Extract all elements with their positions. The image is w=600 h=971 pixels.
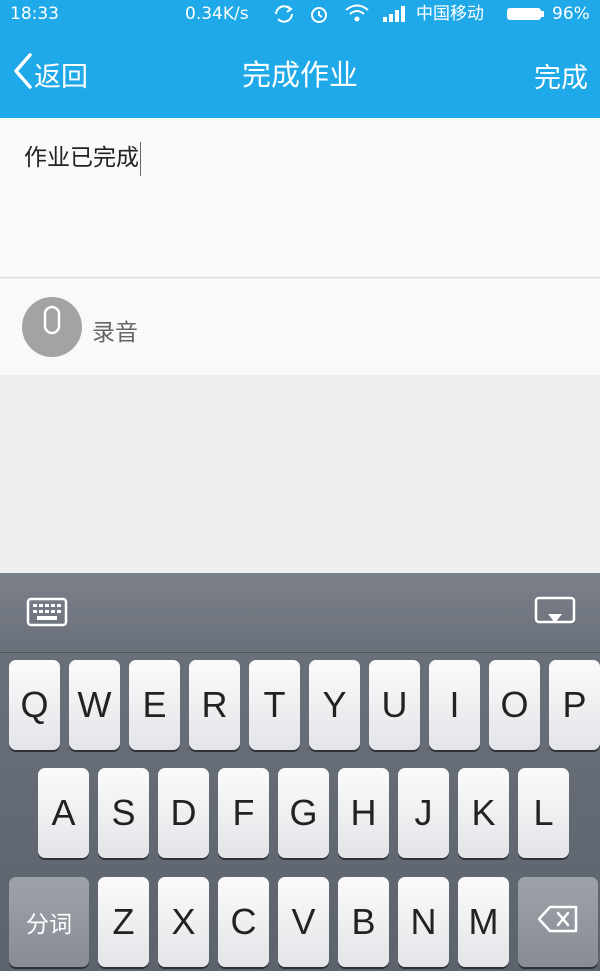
record-button[interactable] (22, 297, 82, 357)
segment-key-label: 分词 (26, 911, 72, 937)
alarm-icon (308, 4, 330, 30)
key-r[interactable]: R (189, 660, 240, 750)
voice-record-row[interactable]: 录音 (0, 279, 600, 375)
done-button[interactable]: 完成 (534, 56, 588, 95)
key-m[interactable]: M (458, 877, 509, 967)
chevron-left-icon (12, 52, 34, 96)
key-g[interactable]: G (278, 768, 329, 858)
status-bar: 18:33 0.34K/s 中国移动 96% (0, 0, 600, 28)
battery-percent: 96% (552, 4, 590, 24)
key-z[interactable]: Z (98, 877, 149, 967)
key-k[interactable]: K (458, 768, 509, 858)
keyboard-switch-icon[interactable] (26, 595, 68, 633)
homework-text-input[interactable]: 作业已完成 (0, 118, 600, 278)
key-f[interactable]: F (218, 768, 269, 858)
back-label: 返回 (34, 61, 88, 93)
key-p[interactable]: P (549, 660, 600, 750)
record-label: 录音 (92, 320, 138, 346)
backspace-icon (536, 901, 580, 943)
key-b[interactable]: B (338, 877, 389, 967)
key-q[interactable]: Q (9, 660, 60, 750)
key-l[interactable]: L (518, 768, 569, 858)
key-s[interactable]: S (98, 768, 149, 858)
microphone-icon (40, 305, 64, 349)
key-u[interactable]: U (369, 660, 420, 750)
keyboard-toolbar (0, 573, 600, 653)
wifi-icon (344, 3, 370, 29)
keyboard-hide-icon[interactable] (534, 595, 576, 633)
nav-bar: 返回 完成作业 完成 (0, 28, 600, 118)
key-v[interactable]: V (278, 877, 329, 967)
status-time: 18:33 (10, 4, 59, 24)
key-e[interactable]: E (129, 660, 180, 750)
key-i[interactable]: I (429, 660, 480, 750)
sync-icon (272, 4, 296, 30)
text-caret (140, 141, 141, 176)
key-a[interactable]: A (38, 768, 89, 858)
keyboard: Q W E R T Y U I O P A S D F G H J K L Z X C V B N M 分词 (0, 573, 600, 971)
input-text: 作业已完成 (24, 145, 139, 171)
signal-icon (382, 4, 408, 28)
network-speed: 0.34K/s (185, 4, 249, 24)
key-w[interactable]: W (69, 660, 120, 750)
carrier-name: 中国移动 (416, 4, 484, 24)
key-d[interactable]: D (158, 768, 209, 858)
delete-key[interactable] (518, 877, 598, 967)
page-title: 完成作业 (241, 58, 358, 92)
key-n[interactable]: N (398, 877, 449, 967)
key-y[interactable]: Y (309, 660, 360, 750)
key-t[interactable]: T (249, 660, 300, 750)
key-x[interactable]: X (158, 877, 209, 967)
key-c[interactable]: C (218, 877, 269, 967)
segment-key[interactable]: 分词 (9, 877, 89, 967)
key-o[interactable]: O (489, 660, 540, 750)
battery-icon (506, 6, 546, 28)
back-button[interactable]: 返回 (12, 52, 88, 96)
key-j[interactable]: J (398, 768, 449, 858)
key-h[interactable]: H (338, 768, 389, 858)
